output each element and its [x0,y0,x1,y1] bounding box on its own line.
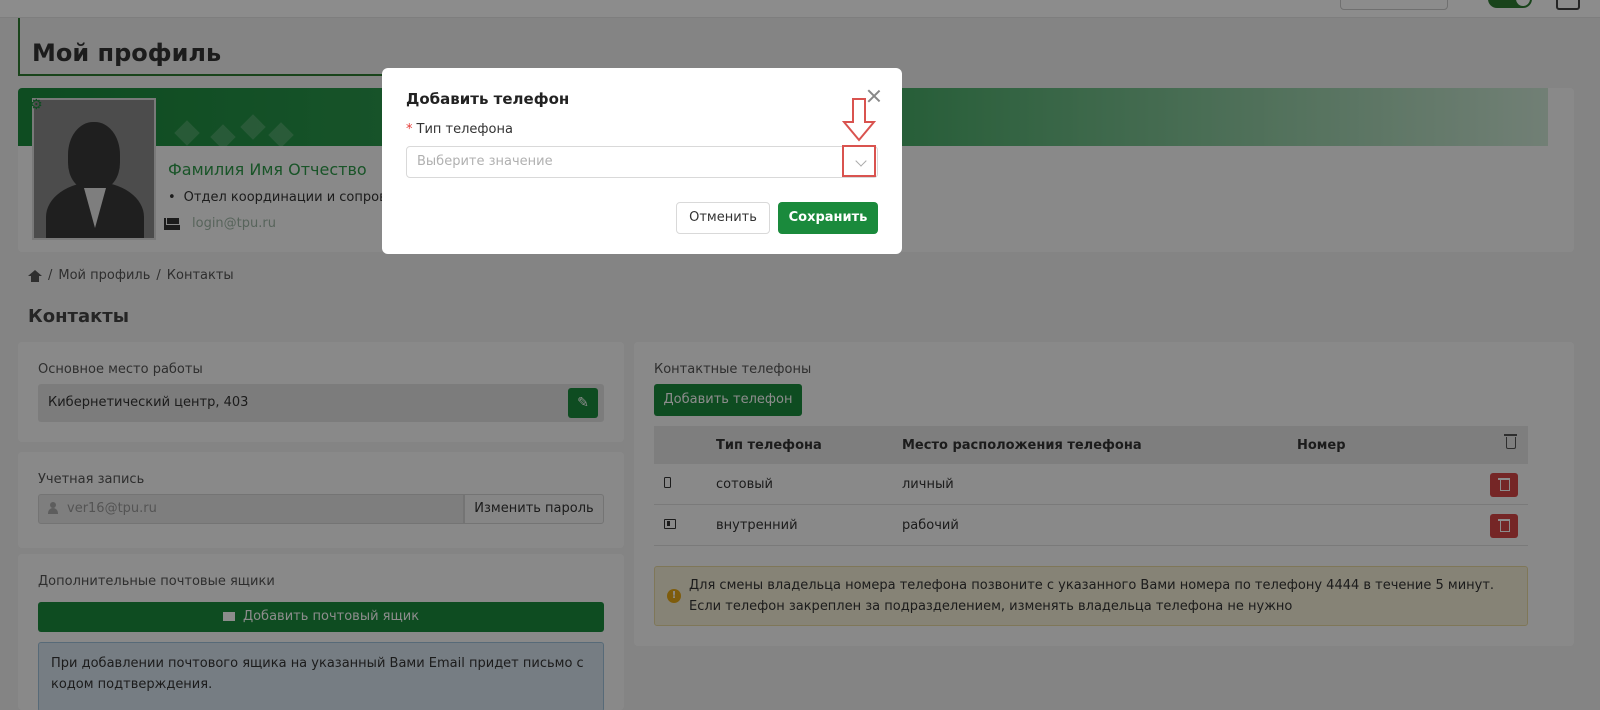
phone-type-select[interactable]: Выберите значение [406,146,878,178]
phone-type-label-text: Тип телефона [416,122,513,137]
cancel-button[interactable]: Отменить [676,202,770,234]
save-button[interactable]: Сохранить [778,202,878,234]
phone-type-label: * Тип телефона [406,122,513,137]
arrow-down-icon [842,98,876,142]
modal-title: Добавить телефон [406,90,570,108]
required-mark: * [406,122,413,137]
select-placeholder: Выберите значение [417,154,553,169]
highlight-box [842,145,876,177]
add-phone-modal: Добавить телефон * Тип телефона Выберите … [382,68,902,254]
